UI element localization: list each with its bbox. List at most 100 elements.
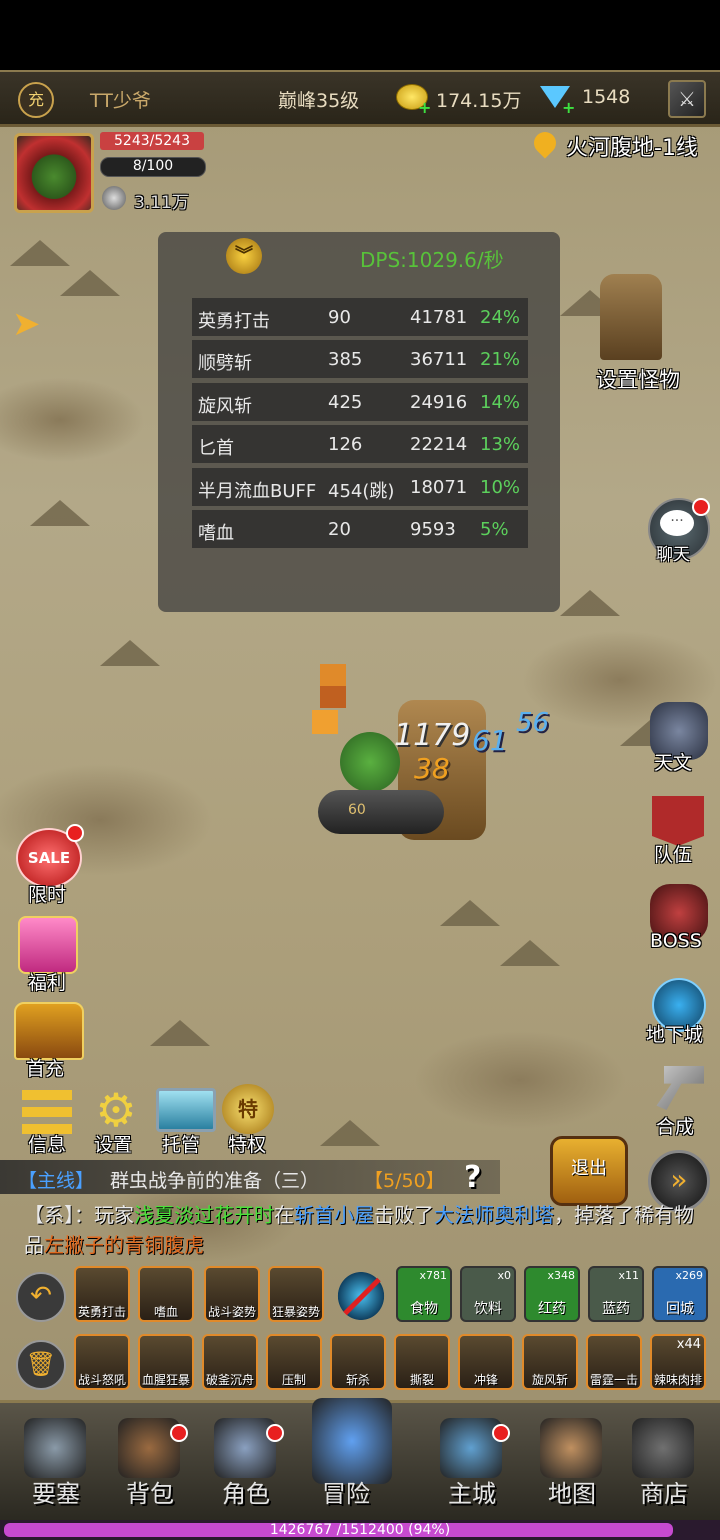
auto-label[interactable]: 托管 bbox=[162, 1130, 200, 1157]
nav-shop-label[interactable]: 商店 bbox=[640, 1474, 688, 1509]
nav-notification-dot bbox=[266, 1424, 284, 1442]
nav-map-label[interactable]: 地图 bbox=[548, 1474, 596, 1509]
add-gold-icon[interactable]: + bbox=[418, 98, 431, 117]
dps-hits: 385 bbox=[328, 349, 363, 371]
dps-row: 匕首 126 22214 13% bbox=[192, 425, 528, 464]
nav-map-icon[interactable] bbox=[540, 1418, 602, 1478]
team-flag-icon[interactable] bbox=[652, 796, 704, 846]
item-slot[interactable]: x348 红药 bbox=[524, 1266, 580, 1322]
skill-slot[interactable]: 撕裂 bbox=[394, 1334, 450, 1390]
chat-label[interactable]: 聊天 bbox=[656, 540, 690, 565]
skill-label: 压制 bbox=[281, 1373, 306, 1387]
limited-label[interactable]: 限时 bbox=[28, 880, 66, 907]
skill-slot[interactable]: x44 辣味肉排 bbox=[650, 1334, 706, 1390]
quest-progress: 【5/50】 bbox=[364, 1170, 445, 1192]
undo-icon[interactable]: ↶ bbox=[16, 1272, 66, 1322]
privilege-icon[interactable]: 特 bbox=[222, 1084, 274, 1134]
nav-fortress-icon[interactable] bbox=[24, 1418, 86, 1478]
monster-icon[interactable] bbox=[600, 274, 662, 360]
skill-label: 血腥狂暴 bbox=[141, 1373, 190, 1387]
gear-icon[interactable]: ⚙ bbox=[92, 1086, 140, 1134]
skill-slot[interactable]: 雷霆一击 bbox=[586, 1334, 642, 1390]
item-slot[interactable]: x0 饮料 bbox=[460, 1266, 516, 1322]
treasure-chest-icon[interactable] bbox=[14, 1002, 84, 1060]
boss-label[interactable]: BOSS bbox=[650, 930, 702, 952]
dps-skill-name: 匕首 bbox=[198, 438, 234, 460]
monitor-icon[interactable] bbox=[156, 1088, 216, 1132]
nav-fortress-label[interactable]: 要塞 bbox=[32, 1474, 80, 1509]
add-diamond-icon[interactable]: + bbox=[562, 98, 575, 117]
skill-slot[interactable]: 嗜血 bbox=[138, 1266, 194, 1322]
team-label[interactable]: 队伍 bbox=[654, 840, 692, 867]
skill-slot[interactable]: 冲锋 bbox=[458, 1334, 514, 1390]
item-slot[interactable]: x269 回城 bbox=[652, 1266, 708, 1322]
sword-settings-icon[interactable]: ⚔ bbox=[668, 80, 706, 118]
menu-icon[interactable] bbox=[22, 1090, 72, 1134]
quest-tag: 【主线】 bbox=[18, 1170, 95, 1192]
nav-character-label[interactable]: 角色 bbox=[222, 1474, 270, 1509]
tianwen-label[interactable]: 天文 bbox=[654, 748, 692, 775]
dps-damage: 36711 bbox=[410, 349, 468, 371]
exit-button[interactable]: 退出 bbox=[550, 1136, 628, 1206]
gold-amount: 174.15万 bbox=[436, 90, 522, 112]
item-slot[interactable]: x11 蓝药 bbox=[588, 1266, 644, 1322]
skill-slot[interactable]: 旋风斩 bbox=[522, 1334, 578, 1390]
trash-icon[interactable]: 🗑 bbox=[16, 1340, 66, 1390]
system-text: 击败了 bbox=[374, 1203, 434, 1227]
skill-slot[interactable]: 压制 bbox=[266, 1334, 322, 1390]
dps-skill-name: 旋风斩 bbox=[198, 395, 252, 417]
skill-slot[interactable]: 破釜沉舟 bbox=[202, 1334, 258, 1390]
item-label: 红药 bbox=[538, 1301, 566, 1317]
item-count: x781 bbox=[419, 1269, 447, 1282]
privilege-label[interactable]: 特权 bbox=[228, 1130, 266, 1157]
system-item[interactable]: 左撇子的青铜腹虎 bbox=[44, 1233, 204, 1257]
energy-bar: 8/100 bbox=[100, 157, 206, 177]
skill-slot[interactable]: 斩杀 bbox=[330, 1334, 386, 1390]
location-name[interactable]: 火河腹地-1线 bbox=[566, 130, 698, 162]
dps-row: 嗜血 20 9593 5% bbox=[192, 510, 528, 548]
dps-skill-name: 顺劈斩 bbox=[198, 353, 252, 375]
nav-city-label[interactable]: 主城 bbox=[448, 1474, 496, 1509]
nav-adventure-label[interactable]: 冒险 bbox=[322, 1474, 370, 1509]
skill-slot[interactable]: 英勇打击 bbox=[74, 1266, 130, 1322]
motorcycle bbox=[318, 790, 444, 834]
power-value: 3.11万 bbox=[134, 193, 189, 213]
dps-percent: 14% bbox=[480, 391, 521, 413]
skill-slot[interactable]: 战斗怒吼 bbox=[74, 1334, 130, 1390]
dps-panel: ︾ DPS:1029.6/秒 英勇打击 90 41781 24% 顺劈斩 385 36711… bbox=[158, 232, 560, 612]
collapse-icon[interactable]: ︾ bbox=[226, 238, 262, 274]
diamond-amount: 1548 bbox=[582, 86, 631, 108]
item-label: 食物 bbox=[410, 1301, 438, 1317]
skill-slot[interactable]: 血腥狂暴 bbox=[138, 1334, 194, 1390]
info-label[interactable]: 信息 bbox=[28, 1130, 66, 1157]
dps-row: 半月流血BUFF 454(跳) 18071 10% bbox=[192, 467, 528, 506]
dungeon-label[interactable]: 地下城 bbox=[646, 1020, 703, 1047]
first-charge-label[interactable]: 首充 bbox=[26, 1054, 64, 1081]
question-icon[interactable]: ? bbox=[464, 1160, 496, 1196]
system-player-name[interactable]: 浅夏淡过花开时 bbox=[134, 1203, 274, 1227]
player-avatar[interactable] bbox=[14, 133, 94, 213]
item-slot[interactable]: x781 食物 bbox=[396, 1266, 452, 1322]
settings-label[interactable]: 设置 bbox=[94, 1130, 132, 1157]
quest-text[interactable]: 群虫战争前的准备（三） bbox=[110, 1166, 319, 1193]
skill-buff-1-icon bbox=[320, 664, 346, 686]
nav-notification-dot bbox=[492, 1424, 510, 1442]
dps-row: 英勇打击 90 41781 24% bbox=[192, 298, 528, 336]
recharge-button[interactable]: 充 bbox=[18, 82, 54, 118]
welfare-label[interactable]: 福利 bbox=[28, 968, 66, 995]
nav-adventure-icon[interactable] bbox=[312, 1398, 392, 1484]
item-label: 蓝药 bbox=[602, 1301, 630, 1317]
damage-number: 61 bbox=[472, 724, 508, 757]
dps-damage: 24916 bbox=[410, 391, 468, 413]
player-name: TT少爷 bbox=[90, 90, 151, 112]
item-count: x269 bbox=[675, 1269, 703, 1282]
expand-arrow-icon[interactable]: ➤ bbox=[12, 306, 48, 342]
set-monster-label[interactable]: 设置怪物 bbox=[596, 364, 680, 394]
skill-slot[interactable]: 战斗姿势 bbox=[204, 1266, 260, 1322]
compose-label[interactable]: 合成 bbox=[656, 1112, 694, 1139]
nav-shop-icon[interactable] bbox=[632, 1418, 694, 1478]
gift-icon[interactable] bbox=[18, 916, 78, 974]
skill-slot[interactable]: 狂暴姿势 bbox=[268, 1266, 324, 1322]
skill-label: 撕裂 bbox=[409, 1373, 434, 1387]
nav-backpack-label[interactable]: 背包 bbox=[126, 1474, 174, 1509]
